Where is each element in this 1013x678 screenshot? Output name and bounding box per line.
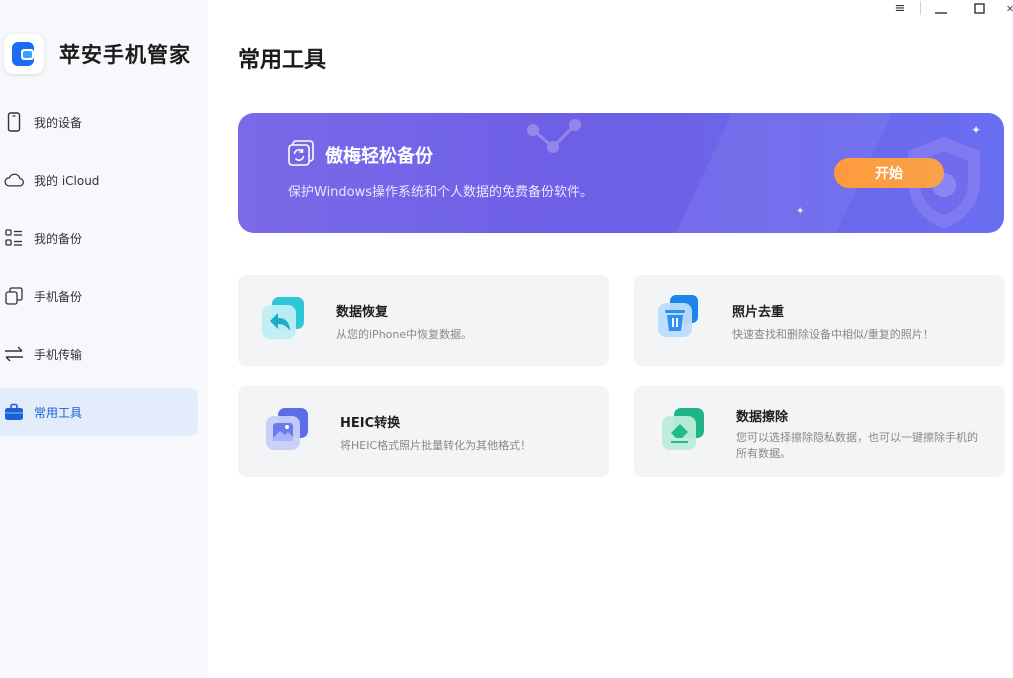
copy-icon [4, 286, 24, 306]
sidebar-item-my-backup[interactable]: 我的备份 [0, 214, 198, 262]
network-decoration-icon [527, 119, 581, 153]
sidebar-item-label: 我的备份 [34, 231, 83, 246]
promo-banner[interactable]: ✦ ✦ 傲梅轻松备份 保护Windows操作系统和个人数据的免费备份软件。 开始 [238, 113, 1004, 233]
card-title: 数据恢复 [336, 305, 389, 320]
sidebar-item-label: 我的 iCloud [34, 173, 100, 188]
tool-card-data-recovery[interactable]: 数据恢复 从您的iPhone中恢复数据。 [238, 275, 609, 366]
heic-convert-icon [266, 408, 308, 450]
data-recovery-icon [262, 297, 304, 339]
sidebar-item-label: 手机传输 [34, 347, 83, 362]
backup-sync-icon [288, 140, 314, 166]
card-subtitle: 从您的iPhone中恢复数据。 [336, 328, 473, 341]
data-erase-icon [662, 408, 704, 450]
card-title: 照片去重 [732, 305, 785, 320]
transfer-icon [4, 344, 24, 364]
card-title: HEIC转换 [340, 416, 401, 431]
banner-title: 傲梅轻松备份 [325, 146, 433, 167]
sidebar-item-my-icloud[interactable]: 我的 iCloud [0, 156, 198, 204]
cloud-icon [4, 170, 24, 190]
app-logo-icon [4, 34, 44, 74]
close-icon[interactable] [1007, 0, 1013, 16]
sparkle-icon: ✦ [796, 206, 805, 217]
sidebar-item-phone-backup[interactable]: 手机备份 [0, 272, 198, 320]
sidebar-item-label: 手机备份 [34, 289, 83, 304]
sparkle-icon: ✦ [971, 123, 982, 137]
sidebar: 苹安手机管家 我的设备 我的 iCloud 我的备份 手机备份 手机传输 常用工… [0, 0, 208, 678]
list-icon [4, 228, 24, 248]
sidebar-item-common-tools[interactable]: 常用工具 [0, 388, 198, 436]
card-subtitle: 您可以选择擦除隐私数据，也可以一键擦除手机的所有数据。 [736, 431, 978, 460]
sidebar-item-label: 我的设备 [34, 115, 83, 130]
brand: 苹安手机管家 [4, 34, 191, 74]
sidebar-item-label: 常用工具 [34, 405, 83, 420]
card-subtitle: 快速查找和删除设备中相似/重复的照片！ [732, 328, 934, 341]
page-title: 常用工具 [238, 48, 327, 73]
sidebar-nav: 我的设备 我的 iCloud 我的备份 手机备份 手机传输 常用工具 [0, 98, 208, 446]
sidebar-item-my-device[interactable]: 我的设备 [0, 98, 198, 146]
minimize-icon[interactable] [931, 0, 951, 16]
window-controls: ≡ [890, 0, 1013, 16]
phone-icon [4, 112, 24, 132]
start-button[interactable]: 开始 [834, 158, 944, 188]
maximize-icon[interactable] [969, 0, 989, 16]
tool-card-photo-dedup[interactable]: 照片去重 快速查找和删除设备中相似/重复的照片！ [634, 275, 1005, 366]
card-subtitle: 将HEIC格式照片批量转化为其他格式！ [340, 439, 532, 452]
divider [920, 1, 921, 15]
banner-subtitle: 保护Windows操作系统和个人数据的免费备份软件。 [288, 185, 594, 200]
app-title: 苹安手机管家 [59, 43, 191, 67]
card-title: 数据擦除 [736, 410, 789, 425]
tool-card-data-erase[interactable]: 数据擦除 您可以选择擦除隐私数据，也可以一键擦除手机的所有数据。 [634, 386, 1005, 477]
photo-dedup-icon [658, 295, 698, 337]
menu-icon[interactable]: ≡ [890, 0, 910, 16]
sidebar-item-phone-transfer[interactable]: 手机传输 [0, 330, 198, 378]
toolbox-icon [4, 402, 24, 422]
tool-card-heic-convert[interactable]: HEIC转换 将HEIC格式照片批量转化为其他格式！ [238, 386, 609, 477]
